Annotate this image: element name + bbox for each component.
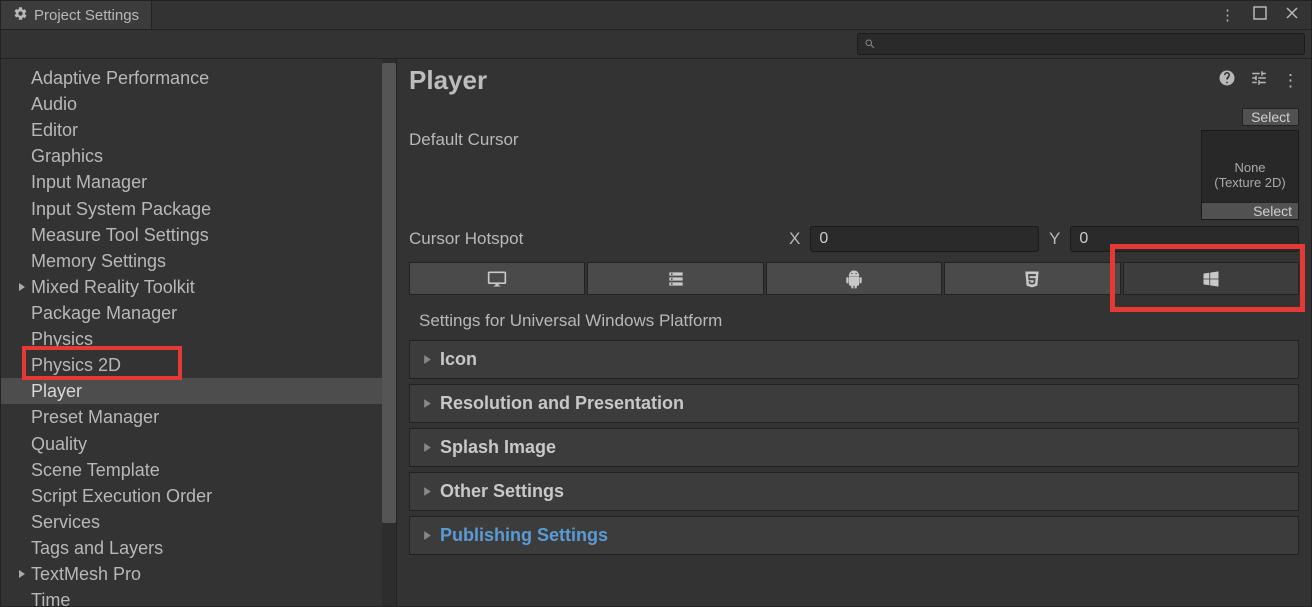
sidebar-item-adaptive-performance[interactable]: Adaptive Performance: [1, 65, 382, 91]
sidebar-item-label: Services: [31, 510, 100, 534]
sidebar-item-services[interactable]: Services: [1, 509, 382, 535]
sidebar-item-label: Input System Package: [31, 197, 211, 221]
window-tab[interactable]: Project Settings: [1, 1, 152, 29]
accordion-label: Publishing Settings: [440, 525, 608, 546]
sidebar-item-audio[interactable]: Audio: [1, 91, 382, 117]
scrollbar-thumb[interactable]: [382, 63, 396, 523]
sidebar-item-label: Time: [31, 588, 70, 606]
sidebar: Adaptive PerformanceAudioEditorGraphicsI…: [1, 59, 397, 606]
sidebar-item-mixed-reality-toolkit[interactable]: Mixed Reality Toolkit: [1, 274, 382, 300]
sidebar-item-label: TextMesh Pro: [31, 562, 141, 586]
tab-label: Project Settings: [34, 7, 139, 24]
sidebar-item-player[interactable]: Player: [1, 378, 382, 404]
platform-tab-desktop[interactable]: [409, 262, 585, 295]
sidebar-item-physics[interactable]: Physics: [1, 326, 382, 352]
sidebar-item-label: Tags and Layers: [31, 536, 163, 560]
sidebar-item-editor[interactable]: Editor: [1, 117, 382, 143]
close-icon[interactable]: [1285, 6, 1299, 24]
help-icon[interactable]: [1218, 69, 1236, 92]
sidebar-item-input-manager[interactable]: Input Manager: [1, 169, 382, 195]
sidebar-item-textmesh-pro[interactable]: TextMesh Pro: [1, 561, 382, 587]
platform-tab-android[interactable]: [766, 262, 942, 295]
sidebar-item-label: Script Execution Order: [31, 484, 212, 508]
sidebar-item-label: Scene Template: [31, 458, 160, 482]
settings-for-label: Settings for Universal Windows Platform: [409, 307, 1299, 335]
main-panel: Player ⋮ Select Default Cursor: [397, 59, 1311, 606]
chevron-right-icon: [422, 486, 440, 497]
sidebar-item-label: Package Manager: [31, 301, 177, 325]
sidebar-item-preset-manager[interactable]: Preset Manager: [1, 404, 382, 430]
sidebar-item-label: Player: [31, 379, 82, 403]
sidebar-item-label: Graphics: [31, 144, 103, 168]
chevron-right-icon[interactable]: [13, 282, 31, 292]
accordion-publishing-settings[interactable]: Publishing Settings: [409, 516, 1299, 555]
sidebar-item-label: Memory Settings: [31, 249, 166, 273]
search-icon: [864, 38, 876, 50]
sidebar-item-label: Adaptive Performance: [31, 66, 209, 90]
sidebar-item-physics-2d[interactable]: Physics 2D: [1, 352, 382, 378]
accordion-splash-image[interactable]: Splash Image: [409, 428, 1299, 467]
y-label: Y: [1049, 229, 1060, 249]
sidebar-item-script-execution-order[interactable]: Script Execution Order: [1, 483, 382, 509]
sidebar-item-quality[interactable]: Quality: [1, 431, 382, 457]
sidebar-item-label: Physics 2D: [31, 353, 121, 377]
search-input[interactable]: [857, 33, 1305, 55]
sidebar-item-label: Measure Tool Settings: [31, 223, 209, 247]
platform-tab-server[interactable]: [587, 262, 763, 295]
hotspot-x-input[interactable]: [810, 226, 1039, 252]
chevron-right-icon: [422, 442, 440, 453]
chevron-right-icon: [422, 530, 440, 541]
page-title: Player: [409, 65, 487, 96]
search-row: [1, 30, 1311, 59]
sidebar-item-tags-and-layers[interactable]: Tags and Layers: [1, 535, 382, 561]
sidebar-item-scene-template[interactable]: Scene Template: [1, 457, 382, 483]
menu-icon[interactable]: ⋮: [1282, 71, 1299, 91]
accordion-label: Icon: [440, 349, 477, 370]
chevron-right-icon[interactable]: [13, 569, 31, 579]
sidebar-item-label: Preset Manager: [31, 405, 159, 429]
sidebar-item-memory-settings[interactable]: Memory Settings: [1, 248, 382, 274]
sidebar-item-package-manager[interactable]: Package Manager: [1, 300, 382, 326]
default-cursor-label: Default Cursor: [409, 130, 1179, 150]
sidebar-item-label: Physics: [31, 327, 93, 351]
presets-icon[interactable]: [1250, 69, 1268, 92]
cursor-none-text: None: [1234, 160, 1265, 175]
accordion-label: Splash Image: [440, 437, 556, 458]
sidebar-item-time[interactable]: Time: [1, 587, 382, 606]
sidebar-scrollbar[interactable]: [382, 59, 396, 606]
chevron-right-icon: [422, 354, 440, 365]
sidebar-item-measure-tool-settings[interactable]: Measure Tool Settings: [1, 222, 382, 248]
cursor-texture-field[interactable]: None (Texture 2D) Select: [1201, 130, 1299, 220]
accordion-resolution-and-presentation[interactable]: Resolution and Presentation: [409, 384, 1299, 423]
accordion-other-settings[interactable]: Other Settings: [409, 472, 1299, 511]
sidebar-item-label: Mixed Reality Toolkit: [31, 275, 195, 299]
sidebar-item-label: Input Manager: [31, 170, 147, 194]
cursor-hotspot-label: Cursor Hotspot: [409, 229, 779, 249]
titlebar: Project Settings ⋮: [1, 1, 1311, 30]
accordion-label: Resolution and Presentation: [440, 393, 684, 414]
accordion-label: Other Settings: [440, 481, 564, 502]
chevron-right-icon: [422, 398, 440, 409]
sidebar-item-label: Editor: [31, 118, 78, 142]
maximize-icon[interactable]: [1253, 6, 1267, 24]
cursor-type-text: (Texture 2D): [1214, 175, 1286, 190]
sidebar-item-label: Quality: [31, 432, 87, 456]
sidebar-item-graphics[interactable]: Graphics: [1, 143, 382, 169]
more-icon[interactable]: ⋮: [1220, 6, 1235, 24]
titlebar-actions: ⋮: [1208, 6, 1311, 24]
select-button-cursor[interactable]: Select: [1202, 202, 1298, 219]
sidebar-item-input-system-package[interactable]: Input System Package: [1, 196, 382, 222]
platform-tab-html5[interactable]: [944, 262, 1120, 295]
select-button-top[interactable]: Select: [1242, 108, 1299, 126]
platform-tab-windows[interactable]: [1123, 262, 1299, 295]
sidebar-item-label: Audio: [31, 92, 77, 116]
hotspot-y-input[interactable]: [1070, 226, 1299, 252]
gear-icon: [13, 6, 28, 24]
platform-tabs: [409, 262, 1299, 295]
x-label: X: [789, 229, 800, 249]
accordion-icon[interactable]: Icon: [409, 340, 1299, 379]
